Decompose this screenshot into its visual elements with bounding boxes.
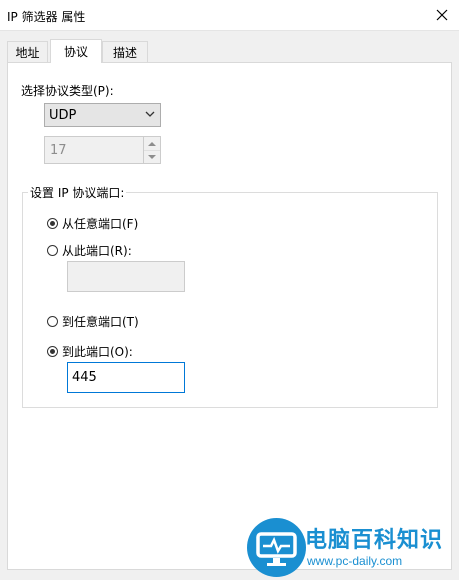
tab-description-label: 描述 [112,45,137,60]
radio-unchecked-icon [47,245,58,256]
tab-protocol-label: 协议 [63,45,88,59]
to-this-port-radio[interactable]: 到此端口(O): [47,343,133,360]
watermark-url: www.pc-daily.com [307,554,403,568]
to-port-input[interactable]: 445 [67,362,185,393]
stepper-down-button[interactable] [144,150,160,163]
to-any-port-radio[interactable]: 到任意端口(T) [47,313,139,330]
close-button[interactable] [425,0,459,30]
protocol-type-select[interactable]: UDP [44,103,161,127]
arrow-up-icon [148,141,156,146]
radio-unchecked-icon [47,316,58,327]
radio-checked-icon [47,218,58,229]
chevron-down-icon [144,108,156,123]
protocol-number-value: 17 [50,143,67,158]
title-bar: IP 筛选器 属性 [0,0,459,31]
to-any-port-label: 到任意端口(T) [62,315,139,329]
window-title: IP 筛选器 属性 [7,10,86,24]
radio-checked-icon [47,346,58,357]
from-this-port-label: 从此端口(R): [62,244,132,258]
protocol-type-label: 选择协议类型(P): [21,84,114,98]
stepper-up-button[interactable] [144,137,160,151]
protocol-type-value: UDP [49,108,77,123]
tab-description[interactable]: 描述 [102,41,148,62]
stepper-arrows [143,137,160,163]
close-icon [436,9,448,21]
watermark-logo [247,518,306,577]
to-this-port-label: 到此端口(O): [62,345,133,359]
from-port-input[interactable] [67,261,185,292]
to-port-value: 445 [72,370,97,385]
monitor-icon [256,532,297,566]
tab-address[interactable]: 地址 [7,41,48,62]
tab-address-label: 地址 [15,45,40,60]
protocol-number-stepper[interactable]: 17 [44,136,161,164]
port-groupbox-legend: 设置 IP 协议端口: [28,184,127,201]
arrow-down-icon [148,154,156,159]
from-any-port-radio[interactable]: 从任意端口(F) [47,215,138,232]
from-this-port-radio[interactable]: 从此端口(R): [47,242,132,259]
watermark-title: 电脑百科知识 [305,528,444,553]
protocol-tab-panel: 选择协议类型(P): UDP 17 设置 IP 协议端口: 从任意端口(F) 从… [7,62,452,570]
watermark: 电脑百科知识 www.pc-daily.com [247,518,459,577]
from-any-port-label: 从任意端口(F) [62,217,139,231]
tab-protocol[interactable]: 协议 [50,39,102,63]
